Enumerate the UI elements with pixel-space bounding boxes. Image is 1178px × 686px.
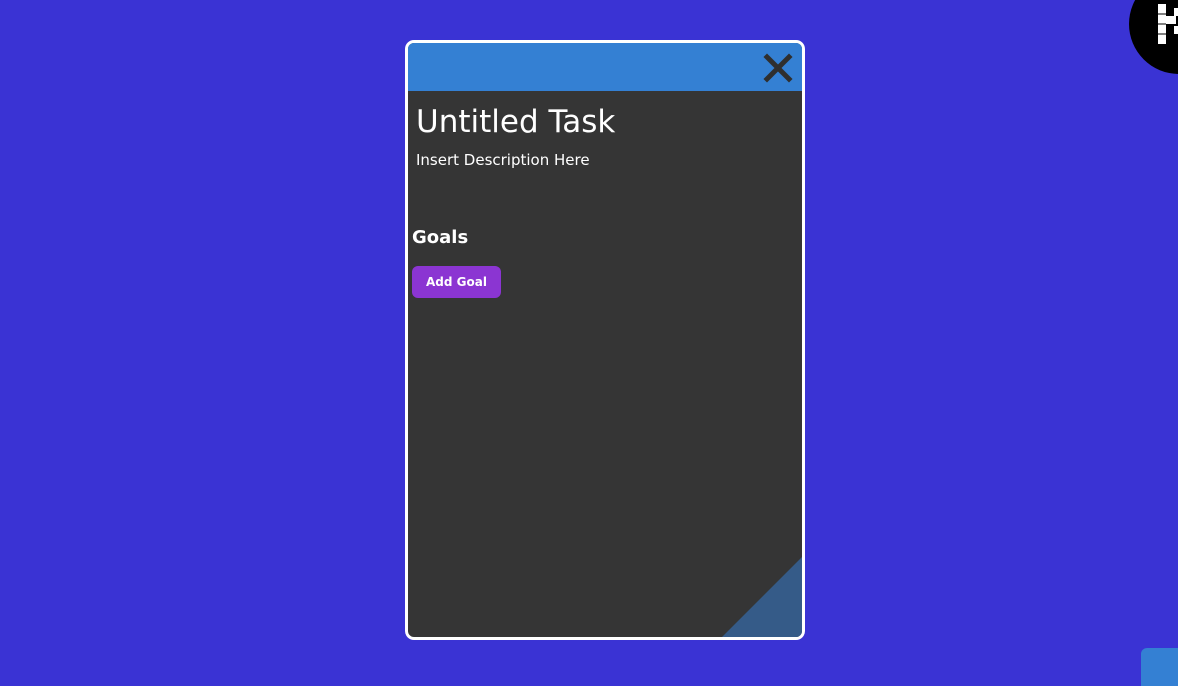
resize-handle[interactable]: [722, 557, 802, 637]
modal-header: [408, 43, 802, 91]
bottom-corner-tab[interactable]: [1141, 648, 1178, 686]
page: Untitled Task Insert Description Here Go…: [0, 0, 1178, 686]
corner-badge[interactable]: [1129, 0, 1178, 74]
task-title[interactable]: Untitled Task: [416, 102, 615, 142]
close-button[interactable]: [762, 52, 794, 84]
task-modal: Untitled Task Insert Description Here Go…: [405, 40, 805, 640]
resize-corner-icon: [722, 557, 802, 637]
app-logo-icon: [1156, 2, 1178, 50]
task-description[interactable]: Insert Description Here: [416, 150, 590, 170]
close-icon: [762, 52, 794, 84]
add-goal-button[interactable]: Add Goal: [412, 266, 501, 298]
goals-heading: Goals: [412, 227, 469, 248]
